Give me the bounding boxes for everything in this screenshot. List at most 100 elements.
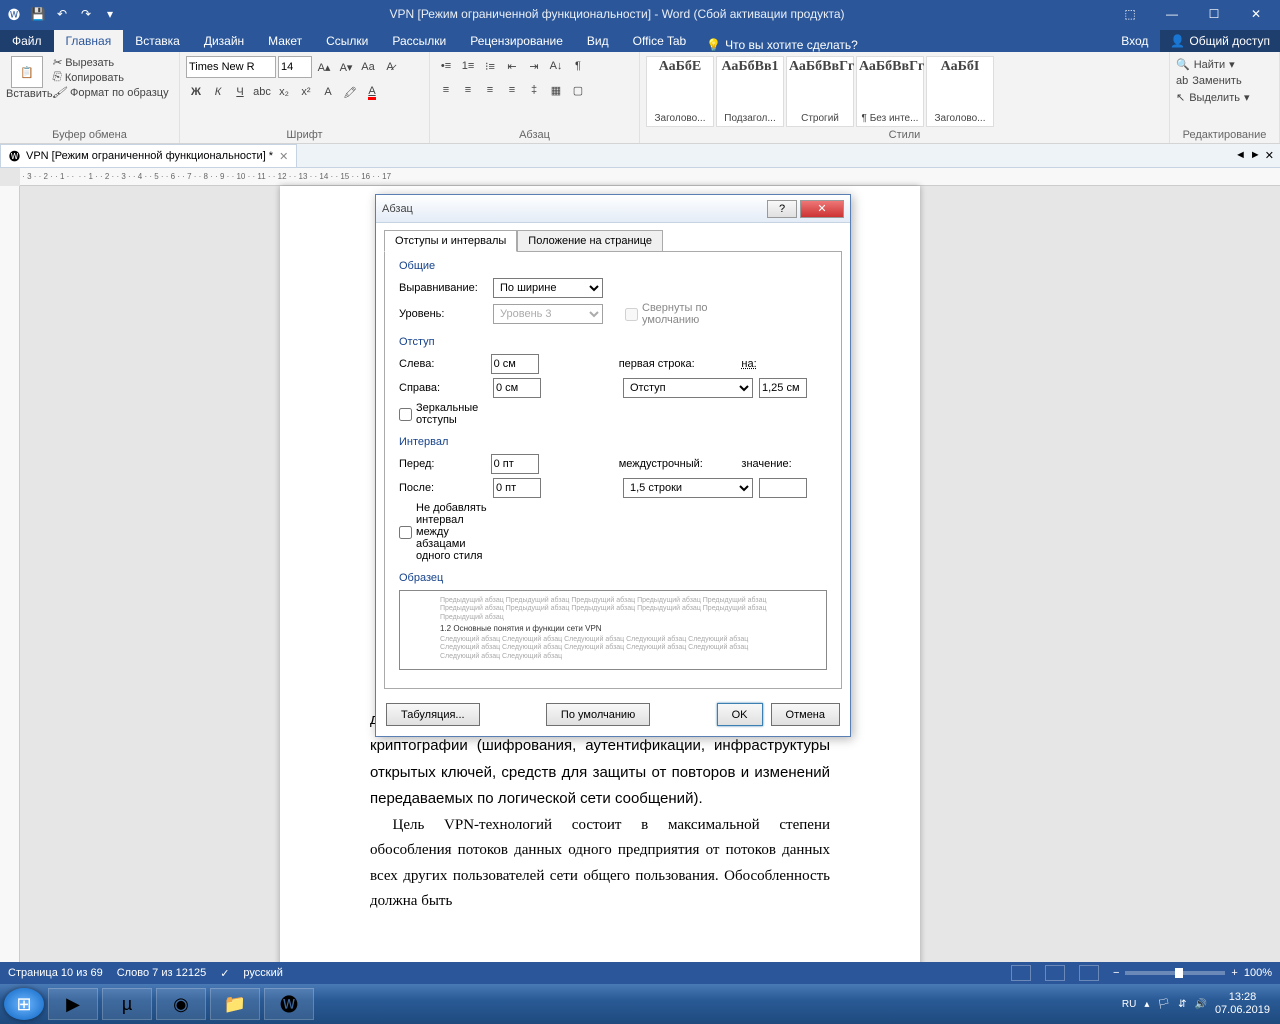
show-marks-icon[interactable]: ¶: [568, 56, 588, 76]
tab-review[interactable]: Рецензирование: [458, 30, 575, 52]
share-button[interactable]: 👤 Общий доступ: [1160, 30, 1280, 52]
tray-more-icon[interactable]: ▴: [1144, 999, 1149, 1010]
maximize-button[interactable]: ☐: [1194, 4, 1234, 24]
default-button[interactable]: По умолчанию: [546, 703, 650, 726]
read-mode-icon[interactable]: [1011, 965, 1031, 981]
save-icon[interactable]: 💾: [30, 6, 46, 22]
style-item[interactable]: АаБбВв1Подзагол...: [716, 56, 784, 127]
strike-button[interactable]: abc: [252, 82, 272, 102]
shrink-font-icon[interactable]: A▾: [336, 57, 356, 77]
zoom-out-icon[interactable]: −: [1113, 967, 1119, 979]
align-center-icon[interactable]: ≡: [458, 80, 478, 100]
tray-language[interactable]: RU: [1122, 999, 1136, 1010]
linespacing-select[interactable]: 1,5 строки: [623, 478, 753, 498]
line-spacing-icon[interactable]: ‡: [524, 80, 544, 100]
paste-button[interactable]: 📋 Вставить: [6, 56, 48, 100]
indent-left-spin[interactable]: [491, 354, 539, 374]
select-button[interactable]: ↖Выделить ▾: [1176, 89, 1273, 106]
ok-button[interactable]: OK: [717, 703, 763, 726]
dialog-close-button[interactable]: ✕: [800, 200, 844, 218]
font-name-combo[interactable]: [186, 56, 276, 78]
word-count[interactable]: Слово 7 из 12125: [117, 967, 207, 979]
start-button[interactable]: ⊞: [4, 988, 44, 1020]
style-item[interactable]: АаБбЕЗаголово...: [646, 56, 714, 127]
tab-references[interactable]: Ссылки: [314, 30, 380, 52]
cut-button[interactable]: ✂Вырезать: [52, 56, 169, 69]
linespacing-at-spin[interactable]: [759, 478, 807, 498]
print-layout-icon[interactable]: [1045, 965, 1065, 981]
noadd-checkbox[interactable]: Не добавлять интервал между абзацами одн…: [399, 502, 487, 562]
clear-format-icon[interactable]: A̷: [380, 57, 400, 77]
style-item[interactable]: АаБбВвГг¶ Без инте...: [856, 56, 924, 127]
horizontal-ruler[interactable]: · 3 · · 2 · · 1 · · · · 1 · · 2 · · 3 · …: [20, 168, 1280, 186]
page-status[interactable]: Страница 10 из 69: [8, 967, 103, 979]
alignment-select[interactable]: По ширине: [493, 278, 603, 298]
tell-me[interactable]: 💡 Что вы хотите сделать?: [698, 38, 866, 52]
taskbar-app-utorrent[interactable]: µ: [102, 988, 152, 1020]
multilevel-icon[interactable]: ⁝≡: [480, 56, 500, 76]
borders-icon[interactable]: ▢: [568, 80, 588, 100]
tab-nav-close-icon[interactable]: ✕: [1265, 149, 1274, 162]
document-tab[interactable]: 🅦 VPN [Режим ограниченной функциональнос…: [0, 144, 297, 167]
numbering-icon[interactable]: 1≡: [458, 56, 478, 76]
tray-volume-icon[interactable]: 🔊: [1194, 999, 1206, 1010]
shading-icon[interactable]: ▦: [546, 80, 566, 100]
tabs-button[interactable]: Табуляция...: [386, 703, 480, 726]
spacing-before-spin[interactable]: [491, 454, 539, 474]
cancel-button[interactable]: Отмена: [771, 703, 840, 726]
zoom-in-icon[interactable]: +: [1231, 967, 1237, 979]
taskbar-app-chrome[interactable]: ◉: [156, 988, 206, 1020]
tray-network-icon[interactable]: ⇵: [1178, 999, 1186, 1010]
tab-home[interactable]: Главная: [54, 30, 124, 52]
mirror-indents-checkbox[interactable]: Зеркальные отступы: [399, 402, 487, 426]
close-tab-icon[interactable]: ✕: [279, 150, 288, 163]
undo-icon[interactable]: ↶: [54, 6, 70, 22]
tab-nav-right-icon[interactable]: ►: [1250, 149, 1261, 162]
style-item[interactable]: АаБбВвГгСтрогий: [786, 56, 854, 127]
tab-insert[interactable]: Вставка: [123, 30, 192, 52]
tab-mailings[interactable]: Рассылки: [380, 30, 458, 52]
tab-nav-left-icon[interactable]: ◄: [1235, 149, 1246, 162]
sort-icon[interactable]: A↓: [546, 56, 566, 76]
bullets-icon[interactable]: •≡: [436, 56, 456, 76]
spell-icon[interactable]: ✓: [220, 967, 229, 980]
underline-button[interactable]: Ч: [230, 82, 250, 102]
align-left-icon[interactable]: ≡: [436, 80, 456, 100]
justify-icon[interactable]: ≡: [502, 80, 522, 100]
dialog-tab-indents[interactable]: Отступы и интервалы: [384, 230, 517, 252]
decrease-indent-icon[interactable]: ⇤: [502, 56, 522, 76]
firstline-by-spin[interactable]: [759, 378, 807, 398]
format-painter-button[interactable]: 🖌Формат по образцу: [52, 86, 169, 99]
style-item[interactable]: АаБбIЗаголово...: [926, 56, 994, 127]
dialog-tab-position[interactable]: Положение на странице: [517, 230, 663, 252]
zoom-slider[interactable]: − + 100%: [1113, 967, 1272, 979]
font-color-icon[interactable]: A: [362, 82, 382, 102]
align-right-icon[interactable]: ≡: [480, 80, 500, 100]
login-link[interactable]: Вход: [1109, 30, 1160, 52]
subscript-button[interactable]: x₂: [274, 82, 294, 102]
grow-font-icon[interactable]: A▴: [314, 57, 334, 77]
tray-flag-icon[interactable]: 🏳: [1157, 999, 1170, 1010]
taskbar-app-explorer[interactable]: 📁: [210, 988, 260, 1020]
web-layout-icon[interactable]: [1079, 965, 1099, 981]
tab-view[interactable]: Вид: [575, 30, 621, 52]
ribbon-options-icon[interactable]: ⬚: [1110, 4, 1150, 24]
tray-clock[interactable]: 13:28 07.06.2019: [1215, 991, 1270, 1017]
change-case-icon[interactable]: Aa: [358, 57, 378, 77]
dialog-titlebar[interactable]: Абзац ? ✕: [376, 195, 850, 223]
spacing-after-spin[interactable]: [493, 478, 541, 498]
font-size-combo[interactable]: [278, 56, 312, 78]
tab-layout[interactable]: Макет: [256, 30, 314, 52]
highlight-icon[interactable]: 🖍: [340, 82, 360, 102]
redo-icon[interactable]: ↷: [78, 6, 94, 22]
increase-indent-icon[interactable]: ⇥: [524, 56, 544, 76]
zoom-level[interactable]: 100%: [1244, 967, 1272, 979]
bold-button[interactable]: Ж: [186, 82, 206, 102]
text-effects-icon[interactable]: A: [318, 82, 338, 102]
copy-button[interactable]: ⎘Копировать: [52, 71, 169, 84]
replace-button[interactable]: abЗаменить: [1176, 73, 1273, 89]
find-button[interactable]: 🔍Найти ▾: [1176, 56, 1273, 73]
indent-right-spin[interactable]: [493, 378, 541, 398]
dialog-help-button[interactable]: ?: [767, 200, 797, 218]
tab-file[interactable]: Файл: [0, 30, 54, 52]
